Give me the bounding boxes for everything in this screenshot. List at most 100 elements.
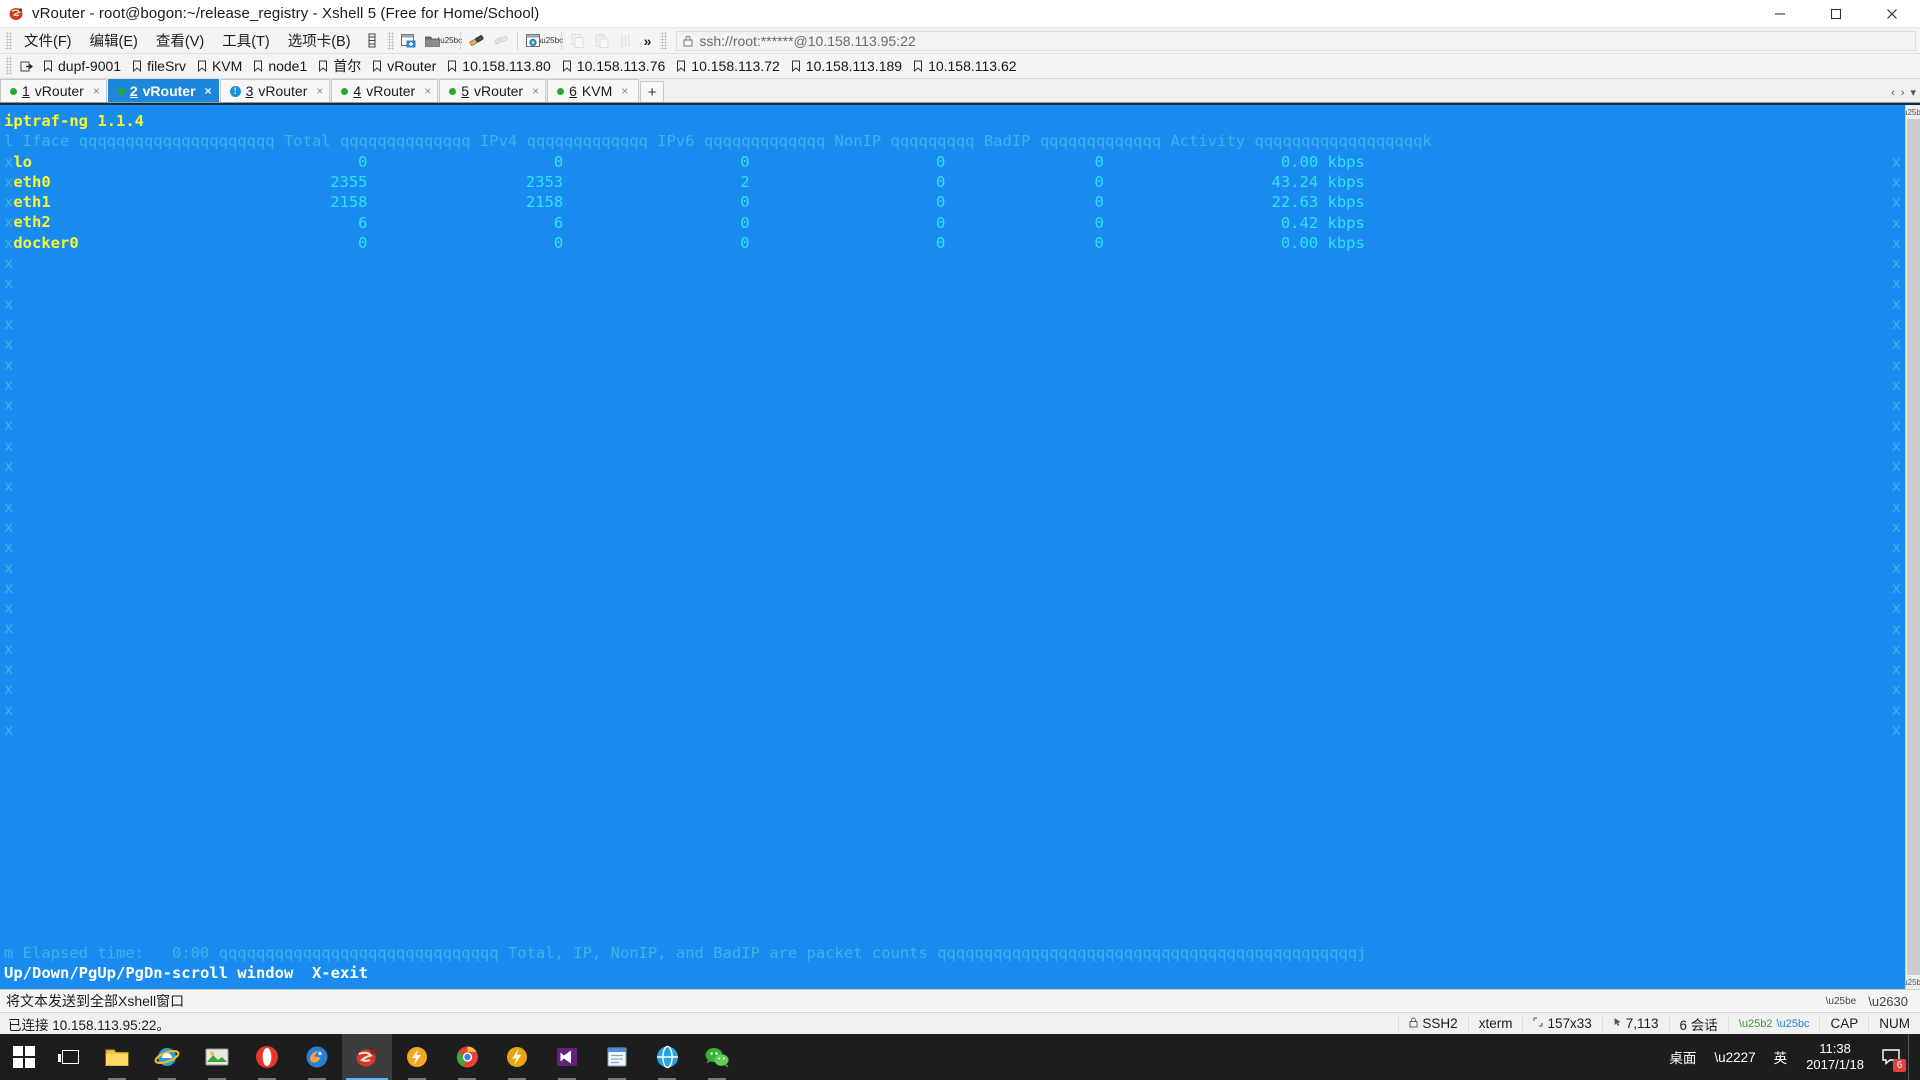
tab-close-icon[interactable]: × [93,85,100,97]
menu-file[interactable]: 文件(F) [15,28,81,53]
terminal-scrollbar[interactable]: \u25b2 \u25bc [1901,105,1920,989]
tab-label: KVM [581,83,613,99]
menu-edit[interactable]: 编辑(E) [81,28,147,53]
open-session-dropdown-icon[interactable]: \u25bc [438,30,462,52]
taskbar-app-thunder2[interactable] [492,1034,542,1080]
bookmark-seoul[interactable]: 首尔 [314,54,368,78]
terminal-blank-row: x [0,700,1905,720]
task-view-icon[interactable] [48,1034,92,1080]
paste-icon[interactable] [590,30,614,52]
taskbar-app-opera[interactable] [242,1034,292,1080]
tray-clock[interactable]: 11:38 2017/1/18 [1796,1034,1874,1080]
taskbar-app-wechat[interactable] [692,1034,742,1080]
tabstrip-menu-icon[interactable]: ▾ [1908,86,1918,99]
bookmark-10-158-113-80[interactable]: 10.158.113.80 [443,56,558,76]
tab-3-vrouter[interactable]: ! 3 vRouter × [219,79,331,102]
tab-1-vrouter[interactable]: 1 vRouter × [0,79,107,102]
tray-date: 2017/1/18 [1806,1057,1864,1072]
bookmarks-grip[interactable] [5,57,12,75]
scrollbar-thumb[interactable] [1906,119,1920,975]
tab-status-dot-icon [10,87,17,95]
terminal-footer-line: m Elapsed time: 0:00 qqqqqqqqqqqqqqqqqqq… [4,943,1367,962]
new-session-icon[interactable] [397,30,421,52]
menu-window-icon[interactable] [360,30,384,52]
taskbar-app-media-player[interactable] [192,1034,242,1080]
menu-view[interactable]: 查看(V) [147,28,213,53]
maximize-button[interactable] [1808,0,1864,28]
tab-close-icon[interactable]: × [424,85,431,97]
address-grip[interactable] [660,31,668,50]
disconnect-icon[interactable] [489,30,513,52]
scroll-up-icon[interactable]: \u25b2 [1901,105,1920,119]
tabstrip-scroll-left-icon[interactable]: ‹ [1889,87,1897,99]
terminal-blank-row: x [0,456,1905,476]
terminal-row-eth0: xeth0 [0,172,1905,192]
tabstrip-scroll-right-icon[interactable]: › [1899,87,1907,99]
bookmark-node1[interactable]: node1 [249,56,314,76]
taskbar-app-firefox[interactable] [292,1034,342,1080]
tab-5-vrouter[interactable]: 5 vRouter × [439,79,547,102]
menu-grip[interactable] [5,31,12,50]
tab-close-icon[interactable]: × [532,85,539,97]
chevron-down-icon[interactable]: \u25be [1820,996,1863,1007]
chevron-up-icon[interactable]: \u2227 [1705,1034,1764,1080]
bookmark-dupf-9001[interactable]: dupf-9001 [39,56,128,76]
bookmark-vrouter[interactable]: vRouter [368,56,443,76]
terminal-blank-row: x [0,314,1905,334]
bookmark-kvm[interactable]: KVM [193,56,249,76]
scroll-down-icon[interactable]: \u25bc [1901,975,1920,989]
bookmark-filesrv[interactable]: fileSrv [128,56,193,76]
clear-screen-icon[interactable] [614,30,638,52]
menu-tabs[interactable]: 选项卡(B) [279,28,360,53]
window-title: vRouter - root@bogon:~/release_registry … [32,5,540,22]
bookmark-10-158-113-189[interactable]: 10.158.113.189 [787,56,909,76]
notification-center-icon[interactable]: 6 [1874,1034,1908,1080]
taskbar-app-browser-alt[interactable] [642,1034,692,1080]
windows-start-icon[interactable] [0,1034,48,1080]
taskbar-app-internet-explorer[interactable] [142,1034,192,1080]
status-size-cell: 157x33 [1522,1015,1601,1032]
terminal-area: iptraf-ng 1.1.4 l Iface qqqqqqqqqqqqqqqq… [0,103,1920,989]
tab-6-kvm[interactable]: 6 KVM × [547,79,640,102]
tab-4-vrouter[interactable]: 4 vRouter × [331,79,439,102]
tab-close-icon[interactable]: × [621,85,628,97]
taskbar-app-notepad[interactable] [592,1034,642,1080]
bookmark-10-158-113-72[interactable]: 10.158.113.72 [672,56,787,76]
taskbar-app-thunder[interactable] [392,1034,442,1080]
terminal-blank-row: x [0,395,1905,415]
menu-tools[interactable]: 工具(T) [213,28,279,53]
xshell-window: vRouter - root@bogon:~/release_registry … [0,0,1920,1080]
terminal-screen[interactable]: iptraf-ng 1.1.4 l Iface qqqqqqqqqqqqqqqq… [0,105,1905,989]
bookmark-10-158-113-76[interactable]: 10.158.113.76 [558,56,673,76]
row-left-border: x [4,599,14,618]
tray-desktop-label[interactable]: 桌面 [1660,1034,1705,1080]
tab-2-vrouter[interactable]: 2 vRouter × [107,79,219,102]
connect-icon[interactable] [465,30,489,52]
address-bar[interactable]: ssh://root:******@10.158.113.95:22 [676,30,1916,51]
terminal-blank-row: x [0,537,1905,557]
tab-close-icon[interactable]: × [205,85,212,97]
address-value: ssh://root:******@10.158.113.95:22 [699,32,916,49]
open-session-icon[interactable] [421,30,445,52]
show-desktop-button[interactable] [1908,1034,1916,1080]
copy-icon[interactable] [566,30,590,52]
bookmarks-home-icon[interactable] [15,58,39,75]
tab-close-icon[interactable]: × [316,85,323,97]
toolbar-grip[interactable] [386,31,394,50]
close-button[interactable] [1864,0,1920,28]
taskbar-app-visual-studio[interactable] [542,1034,592,1080]
new-tab-button[interactable]: + [640,81,665,102]
hamburger-icon[interactable]: \u2630 [1862,994,1914,1009]
bookmark-label: 首尔 [333,58,362,74]
minimize-button[interactable] [1752,0,1808,28]
notification-count: 6 [1893,1059,1906,1072]
taskbar-app-xshell[interactable] [342,1034,392,1080]
toolbar-overflow-icon[interactable]: » [638,34,658,48]
taskbar-app-chrome[interactable] [442,1034,492,1080]
session-properties-dropdown-icon[interactable]: \u25bc [539,30,563,52]
tray-ime-label[interactable]: 英 [1765,1034,1797,1080]
bookmark-label: 10.158.113.80 [462,58,551,74]
taskbar-app-file-explorer[interactable] [92,1034,142,1080]
bookmark-10-158-113-62[interactable]: 10.158.113.62 [909,56,1024,76]
session-properties-icon[interactable] [522,30,546,52]
